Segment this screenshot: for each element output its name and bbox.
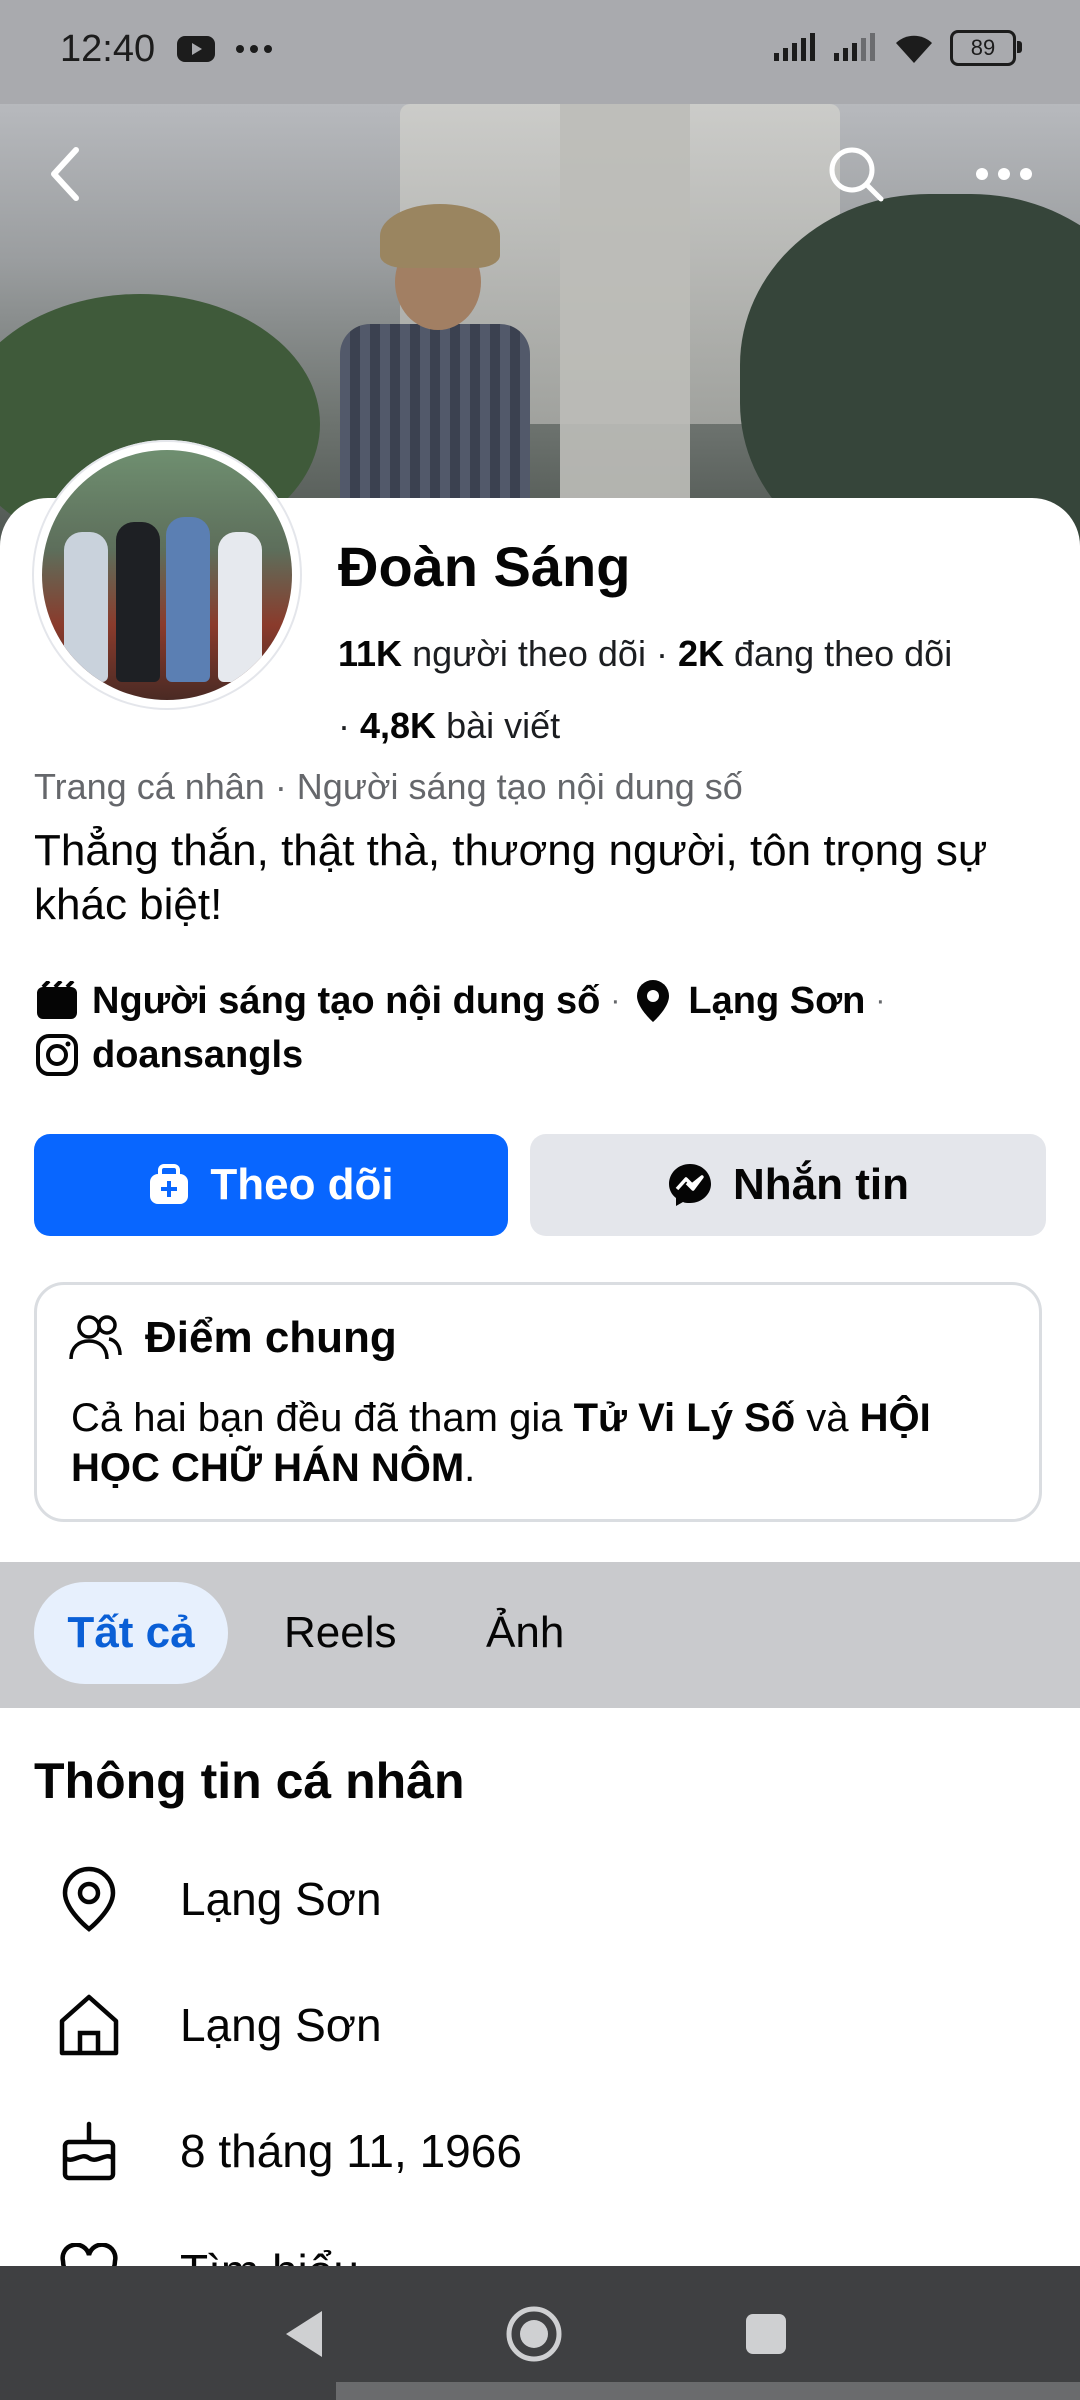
- creator-clapper-icon: [34, 978, 80, 1024]
- message-button[interactable]: Nhắn tin: [530, 1134, 1046, 1236]
- tab-reels[interactable]: Reels: [284, 1582, 397, 1684]
- following-stat[interactable]: 2K đang theo dõi: [678, 633, 952, 674]
- nav-back-icon: [286, 2311, 322, 2357]
- location-pin-icon: [630, 978, 676, 1024]
- nav-home-icon: [506, 2306, 562, 2362]
- detail-creator: Người sáng tạo nội dung số: [92, 980, 601, 1022]
- youtube-icon: [177, 36, 215, 62]
- nav-back-button[interactable]: [274, 2304, 334, 2364]
- wifi-icon: [896, 35, 932, 63]
- signal-2-icon: [834, 33, 875, 61]
- detail-instagram: doansangls: [92, 1034, 304, 1076]
- mutual-card[interactable]: Điểm chung Cả hai bạn đều đã tham gia Tử…: [34, 1282, 1042, 1522]
- mutual-text: Cả hai bạn đều đã tham gia Tử Vi Lý Số v…: [71, 1396, 931, 1490]
- signal-icon: [774, 33, 815, 61]
- mutual-title: Điểm chung: [145, 1313, 397, 1362]
- profile-stats: 11K người theo dõi · 2K đang theo dõi · …: [338, 633, 953, 746]
- battery-indicator: 89: [950, 30, 1022, 66]
- followers-stat[interactable]: 11K người theo dõi: [338, 633, 646, 674]
- info-text: Lạng Sơn: [180, 1999, 382, 2051]
- search-button[interactable]: [816, 134, 896, 214]
- more-icon: [976, 168, 1032, 180]
- gesture-bar: [336, 2382, 1080, 2400]
- cover-statue-column: [560, 104, 690, 524]
- system-nav-bar: [0, 2266, 1080, 2400]
- status-bar: 12:40 89: [0, 0, 1080, 104]
- status-right-icons: 89: [772, 30, 1022, 66]
- about-title: Thông tin cá nhân: [34, 1753, 465, 1809]
- more-button[interactable]: [964, 134, 1044, 214]
- status-left-icons: [176, 34, 274, 64]
- info-row-hometown: Lạng Sơn: [54, 1990, 382, 2060]
- follow-plus-icon: [150, 1164, 189, 1204]
- messenger-icon: [669, 1164, 711, 1206]
- profile-avatar[interactable]: [32, 440, 302, 710]
- mutual-group-1[interactable]: Tử Vi Lý Số: [574, 1396, 796, 1440]
- profile-bio: Thẳng thắn, thật thà, thương người, tôn …: [34, 826, 988, 929]
- info-row-location: Lạng Sơn: [54, 1864, 382, 1934]
- nav-recents-button[interactable]: [736, 2304, 796, 2364]
- instagram-icon: [34, 1032, 80, 1078]
- birthday-cake-icon: [54, 2116, 124, 2186]
- location-pin-icon: [54, 1864, 124, 1934]
- tab-all[interactable]: Tất cả: [34, 1582, 228, 1684]
- profile-category: Trang cá nhân · Người sáng tạo nội dung …: [34, 766, 743, 807]
- profile-name: Đoàn Sáng: [338, 535, 631, 598]
- avatar-photo: [42, 450, 292, 700]
- follow-button[interactable]: Theo dõi: [34, 1134, 508, 1236]
- info-text: 8 tháng 11, 1966: [180, 2125, 522, 2177]
- info-row-birthday: 8 tháng 11, 1966: [54, 2116, 522, 2186]
- profile-tabs: Tất cả Reels Ảnh: [0, 1562, 1080, 1708]
- follow-label: Theo dõi: [210, 1160, 394, 1209]
- tab-photos[interactable]: Ảnh: [486, 1582, 564, 1684]
- posts-stat: 4,8K bài viết: [360, 705, 561, 746]
- search-icon: [829, 147, 884, 202]
- nav-recents-icon: [746, 2314, 786, 2354]
- mutual-people-icon: [69, 1315, 122, 1360]
- nav-home-button[interactable]: [504, 2304, 564, 2364]
- back-button[interactable]: [26, 134, 106, 214]
- profile-details: Người sáng tạo nội dung số · Lạng Sơn · …: [34, 974, 1054, 1082]
- more-notifications-icon: [236, 45, 272, 53]
- detail-location: Lạng Sơn: [688, 980, 866, 1022]
- instagram-link[interactable]: doansangls: [34, 1028, 1054, 1082]
- status-time: 12:40: [60, 28, 156, 70]
- home-icon: [54, 1990, 124, 2060]
- back-arrow-icon: [51, 147, 79, 201]
- message-label: Nhắn tin: [733, 1160, 909, 1209]
- info-text: Lạng Sơn: [180, 1873, 382, 1925]
